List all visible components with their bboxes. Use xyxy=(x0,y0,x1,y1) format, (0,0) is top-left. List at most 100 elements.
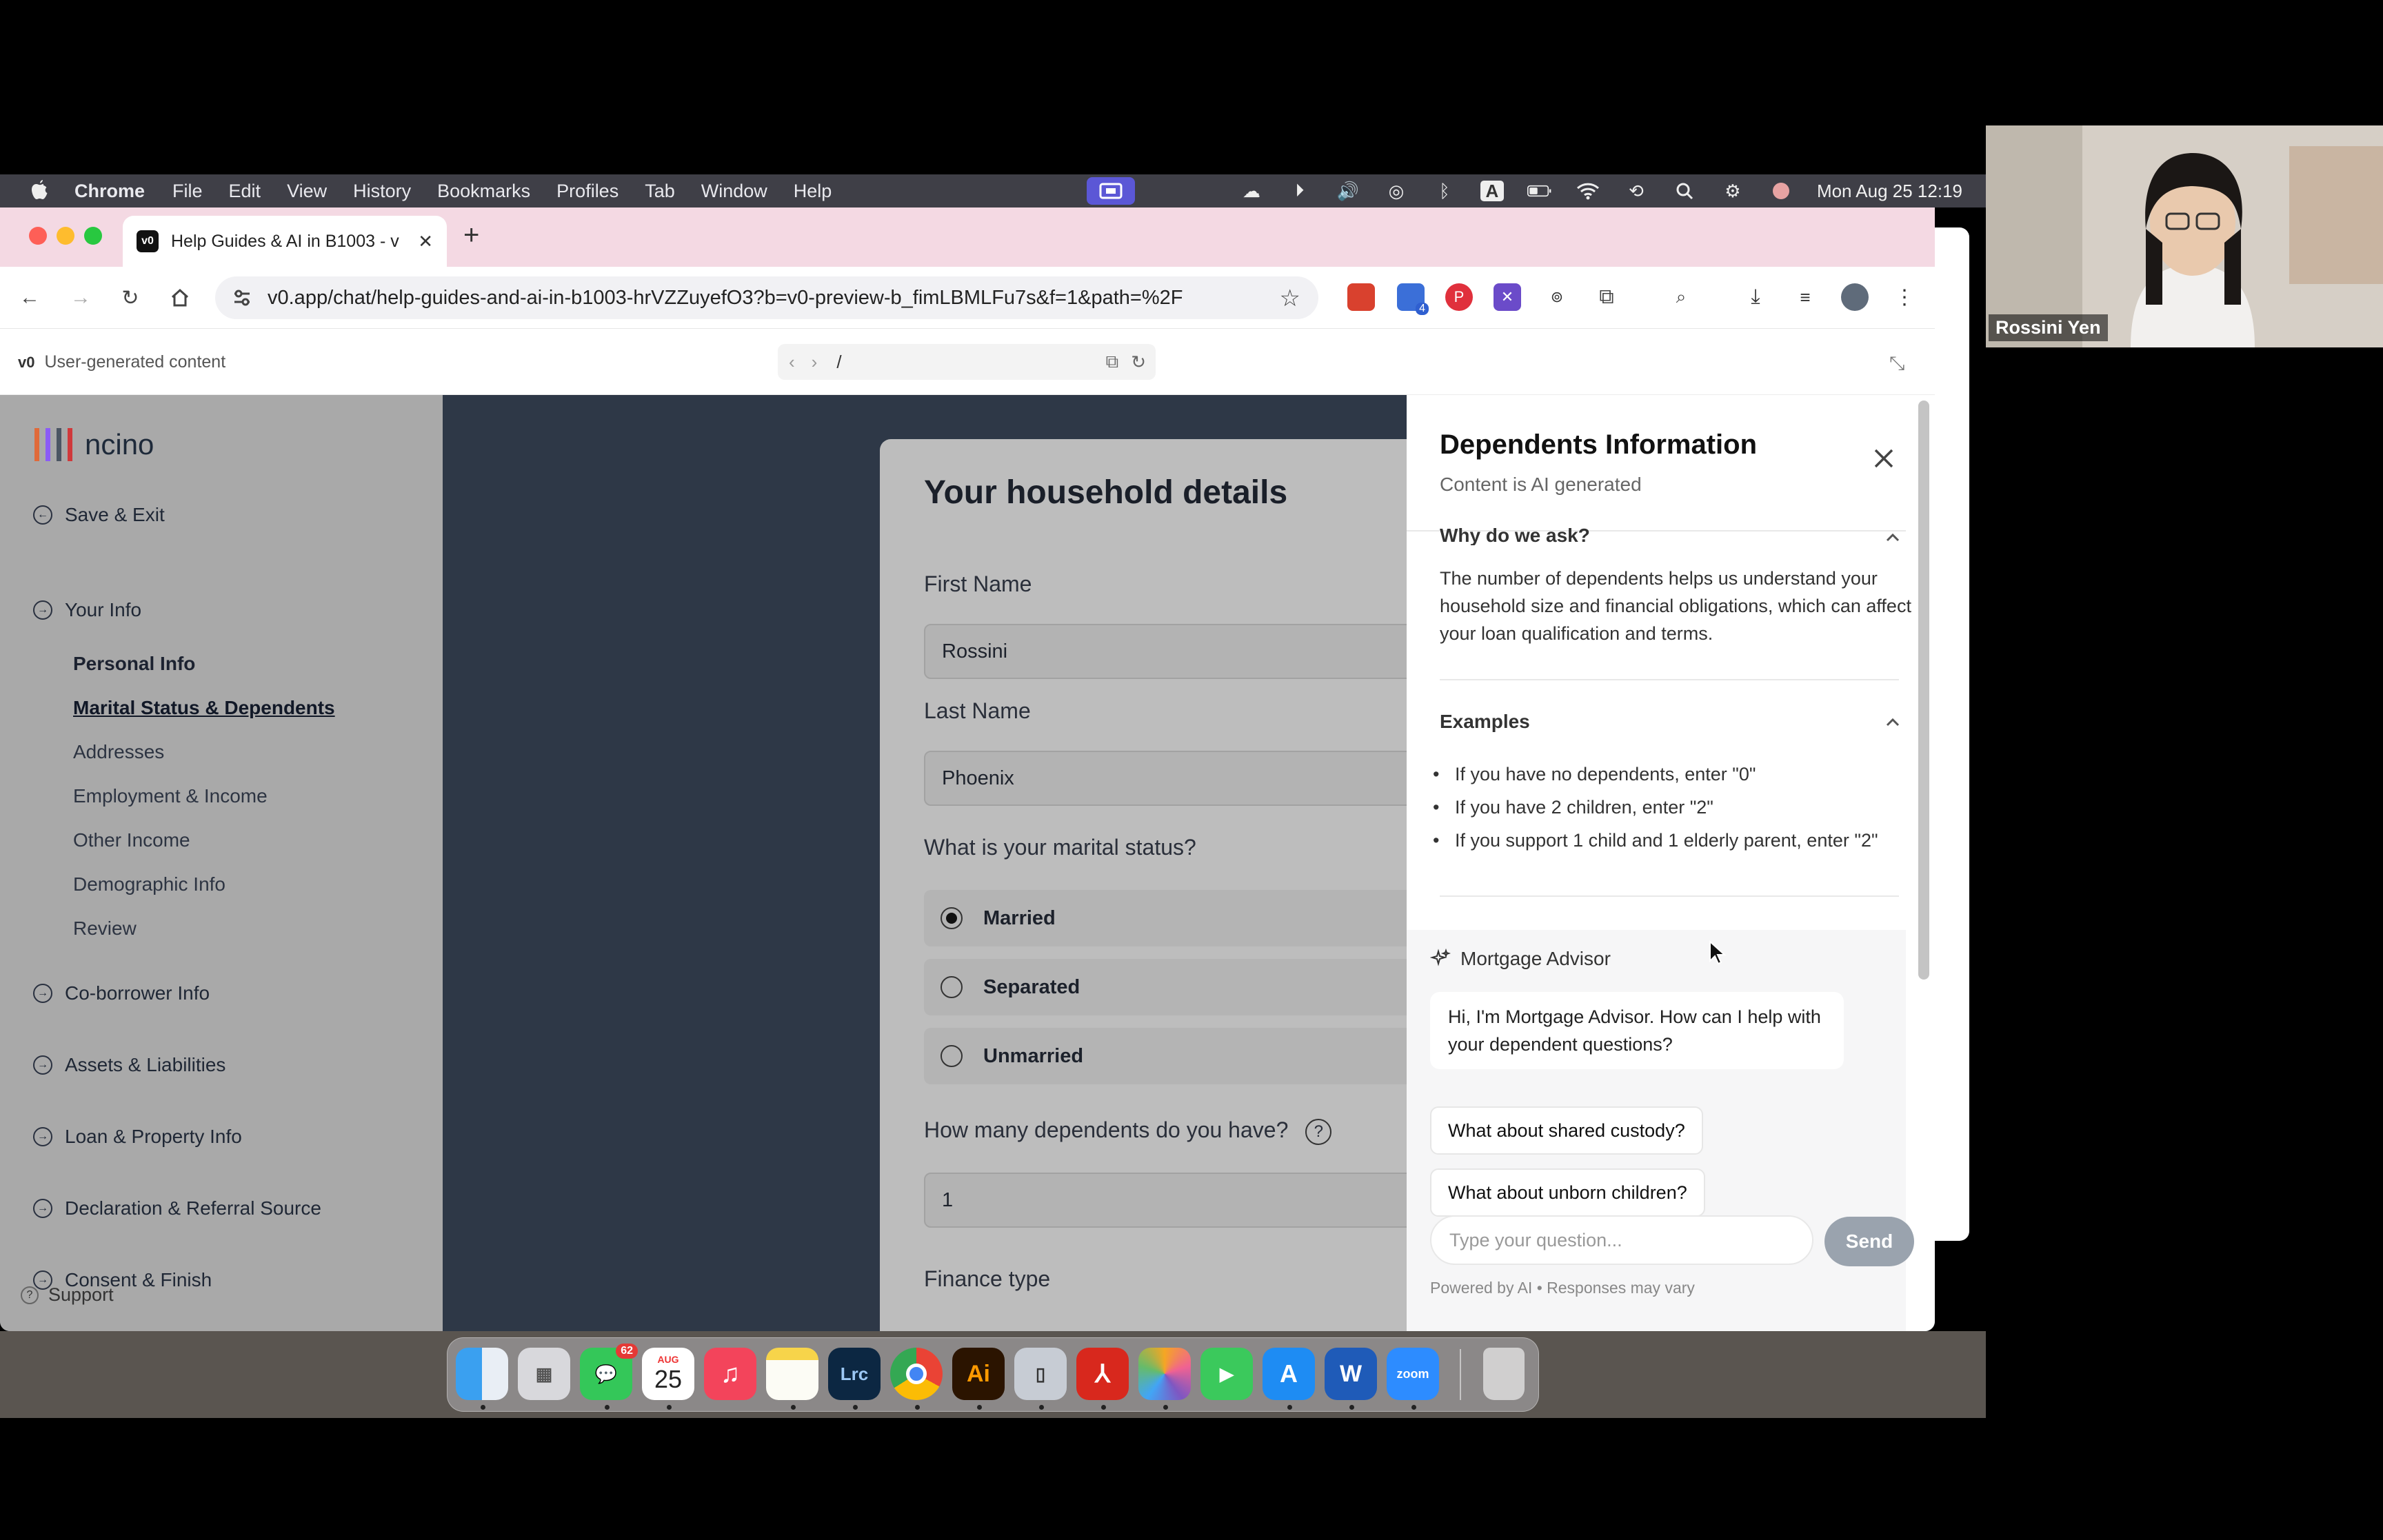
launchpad-icon[interactable]: ▦ xyxy=(518,1348,570,1400)
pinterest-icon[interactable]: P xyxy=(1445,283,1473,311)
save-exit-button[interactable]: ← Save & Exit xyxy=(33,504,165,526)
why-heading[interactable]: Why do we ask? xyxy=(1440,527,1590,545)
forward-icon[interactable]: → xyxy=(65,282,97,314)
more-menu-icon[interactable]: ⋮ xyxy=(1891,283,1918,311)
zoom-icon[interactable]: zoom xyxy=(1387,1348,1439,1400)
media-control-icon[interactable]: ≡ xyxy=(1791,283,1819,311)
menu-view[interactable]: View xyxy=(287,181,327,202)
battery-icon[interactable] xyxy=(1527,181,1552,201)
collapse-icon[interactable]: ⤡ xyxy=(1889,352,1904,375)
spotlight-icon[interactable] xyxy=(1672,181,1697,201)
bookmark-star-icon[interactable]: ☆ xyxy=(1280,285,1300,312)
preview-back-icon[interactable]: ‹ xyxy=(789,352,795,373)
chevron-up-icon[interactable] xyxy=(1885,718,1900,727)
notes-icon[interactable] xyxy=(766,1348,818,1400)
sidebar-item-personal-info[interactable]: Personal Info xyxy=(73,653,195,675)
examples-heading[interactable]: Examples xyxy=(1440,711,1530,733)
panel-scrollbar[interactable] xyxy=(1918,401,1929,980)
home-icon[interactable] xyxy=(164,282,196,314)
menu-history[interactable]: History xyxy=(353,181,411,202)
sidebar-section-loan-property[interactable]: → Loan & Property Info xyxy=(33,1126,242,1148)
radio-button[interactable] xyxy=(941,1045,963,1067)
sidebar-item-employment-income[interactable]: Employment & Income xyxy=(73,785,268,807)
user-avatar-icon[interactable] xyxy=(1769,181,1793,201)
close-tab-icon[interactable]: ✕ xyxy=(418,231,433,252)
preview-path-box[interactable]: ‹ › / ⧉ ↻ xyxy=(778,344,1156,380)
minimize-window-button[interactable] xyxy=(57,227,74,245)
play-icon[interactable]: ⏵ xyxy=(1287,180,1312,201)
close-window-button[interactable] xyxy=(29,227,47,245)
support-link[interactable]: ? Support xyxy=(21,1284,114,1306)
sidebar-item-other-income[interactable]: Other Income xyxy=(73,829,190,851)
illustrator-icon[interactable]: Ai xyxy=(952,1348,1005,1400)
calendar-icon[interactable]: AUG 25 xyxy=(642,1348,694,1400)
input-source-icon[interactable]: A xyxy=(1480,181,1504,201)
sidebar-item-addresses[interactable]: Addresses xyxy=(73,741,164,763)
question-input[interactable]: Type your question... xyxy=(1430,1215,1813,1265)
wifi-icon[interactable] xyxy=(1576,181,1600,201)
extension-blue-icon[interactable]: 4 xyxy=(1397,283,1429,315)
volume-icon[interactable]: 🔊 xyxy=(1336,181,1360,201)
messages-icon[interactable]: 💬 62 xyxy=(580,1344,638,1400)
send-button[interactable]: Send xyxy=(1824,1217,1914,1266)
word-icon[interactable]: W xyxy=(1325,1348,1377,1400)
extensions-puzzle-icon[interactable]: ⧉ xyxy=(1593,283,1620,311)
sidebar-section-your-info[interactable]: → Your Info xyxy=(33,599,141,621)
maximize-window-button[interactable] xyxy=(84,227,102,245)
new-tab-button[interactable]: + xyxy=(463,220,479,251)
profile-avatar-icon[interactable] xyxy=(1841,283,1869,311)
close-icon[interactable] xyxy=(1870,445,1898,472)
reload-icon[interactable]: ↻ xyxy=(114,282,146,314)
help-question-icon[interactable]: ? xyxy=(1305,1118,1332,1145)
browser-tab[interactable]: v0 Help Guides & AI in B1003 - v ✕ xyxy=(123,216,447,267)
screen-share-icon[interactable] xyxy=(1087,177,1135,205)
sidebar-item-demographic-info[interactable]: Demographic Info xyxy=(73,873,225,895)
cloud-icon[interactable]: ☁ xyxy=(1239,181,1264,201)
bluetooth-icon[interactable]: ᛒ xyxy=(1432,181,1457,201)
open-external-icon[interactable]: ⧉ xyxy=(1106,351,1119,373)
menu-window[interactable]: Window xyxy=(701,181,767,202)
acrobat-icon[interactable]: ⅄ xyxy=(1076,1348,1129,1400)
extension-purple-icon[interactable]: ✕ xyxy=(1494,283,1521,311)
music-icon[interactable]: ♫ xyxy=(704,1348,756,1400)
menubar-clock[interactable]: Mon Aug 25 12:19 xyxy=(1817,181,1962,202)
menu-chrome[interactable]: Chrome xyxy=(74,181,145,202)
site-settings-icon[interactable] xyxy=(232,287,252,308)
control-center-icon[interactable]: ⚙ xyxy=(1720,181,1745,201)
menu-bookmarks[interactable]: Bookmarks xyxy=(437,181,530,202)
preview-reload-icon[interactable]: ↻ xyxy=(1131,352,1146,373)
preview-forward-icon[interactable]: › xyxy=(812,352,818,373)
back-icon[interactable]: ← xyxy=(14,282,46,314)
apple-icon[interactable] xyxy=(25,176,55,206)
sidebar-section-declaration[interactable]: → Declaration & Referral Source xyxy=(33,1197,321,1219)
photos-icon[interactable] xyxy=(1138,1348,1191,1400)
extension-gray-icon[interactable]: ⊚ xyxy=(1543,283,1571,311)
sidebar-item-review[interactable]: Review xyxy=(73,918,137,940)
menu-edit[interactable]: Edit xyxy=(229,181,261,202)
suggestion-shared-custody-button[interactable]: What about shared custody? xyxy=(1430,1106,1703,1155)
menu-profiles[interactable]: Profiles xyxy=(556,181,619,202)
suggestion-unborn-children-button[interactable]: What about unborn children? xyxy=(1430,1168,1705,1217)
lightroom-classic-icon[interactable]: Lrc xyxy=(828,1348,881,1400)
trash-icon[interactable] xyxy=(1483,1348,1525,1400)
address-bar[interactable]: v0.app/chat/help-guides-and-ai-in-b1003-… xyxy=(215,276,1318,319)
app-store-icon[interactable]: A xyxy=(1263,1348,1315,1400)
radio-button-selected[interactable] xyxy=(941,907,963,929)
facetime-icon[interactable]: ▶ xyxy=(1200,1348,1253,1400)
sidebar-section-assets[interactable]: → Assets & Liabilities xyxy=(33,1054,225,1076)
menu-file[interactable]: File xyxy=(172,181,203,202)
airdrop-icon[interactable]: ◎ xyxy=(1384,181,1409,201)
download-icon[interactable]: ⤓ xyxy=(1742,283,1769,311)
menu-help[interactable]: Help xyxy=(794,181,832,202)
finder-icon[interactable] xyxy=(456,1348,508,1400)
sidebar-item-marital-status[interactable]: Marital Status & Dependents xyxy=(73,697,335,719)
radio-button[interactable] xyxy=(941,976,963,998)
sidebar-section-co-borrower[interactable]: → Co-borrower Info xyxy=(33,982,210,1004)
iphone-mirroring-icon[interactable]: ▯ xyxy=(1014,1348,1067,1400)
chevron-up-icon[interactable] xyxy=(1885,533,1900,543)
menu-tab[interactable]: Tab xyxy=(645,181,675,202)
tab-search-icon[interactable]: ⌕ xyxy=(1667,283,1695,311)
chrome-icon[interactable] xyxy=(890,1348,943,1400)
extension-red-icon[interactable] xyxy=(1347,283,1375,311)
time-machine-icon[interactable]: ⟲ xyxy=(1624,181,1649,201)
